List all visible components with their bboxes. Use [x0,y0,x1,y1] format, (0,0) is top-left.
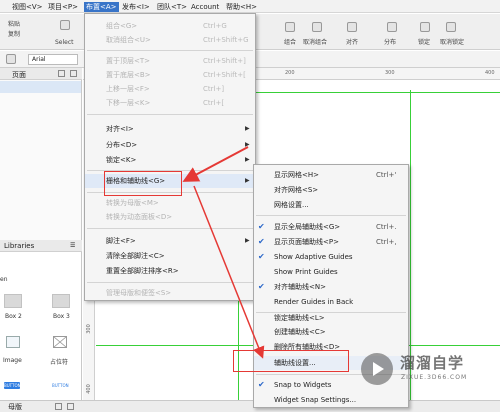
watermark-url: ZIXUE.3D66.COM [401,374,468,381]
watermark-title: 溜溜自学 [400,354,465,372]
watermark: 溜溜自学 ZIXUE.3D66.COM [360,348,500,392]
watermark-logo-icon [361,353,393,385]
arrow-to-grid-menu-icon [182,146,249,182]
arrow-to-guide-settings-icon [193,185,265,359]
